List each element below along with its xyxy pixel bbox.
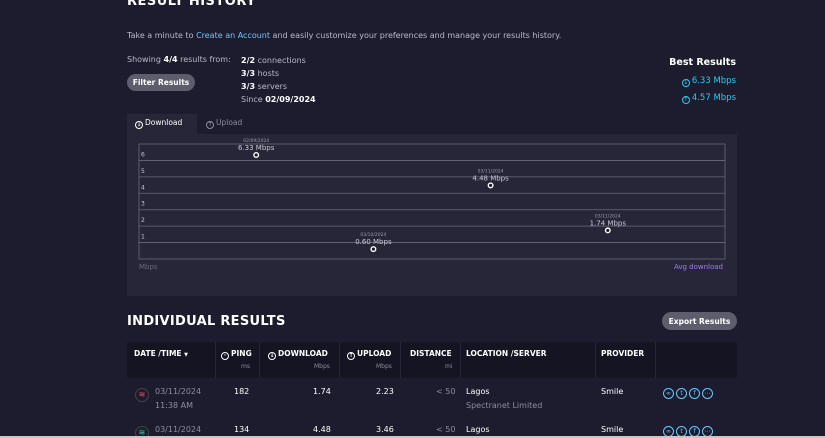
point-value-label: 1.74 Mbps (590, 219, 627, 227)
tab-download[interactable]: ↓ Download (127, 114, 197, 134)
hosts-stat: 3/3 hosts (241, 69, 280, 78)
export-results-button[interactable]: Export Results (662, 312, 737, 330)
y-tick-label: 4 (141, 184, 145, 191)
showing-text: Showing 4/4 results from: (127, 55, 231, 64)
servers-stat: 3/3 servers (241, 82, 288, 91)
y-tick-label: 3 (141, 201, 145, 208)
data-point (604, 227, 611, 234)
chart-panel: 1 2 3 4 5 6 Mbps Avg download 02/09/2024 6.33 Mbp… (127, 134, 737, 296)
row-location: Lagos (466, 425, 490, 434)
row-provider: Smile (601, 387, 624, 396)
download-icon: ↓ (681, 79, 690, 87)
upload-icon: ↑ (681, 96, 690, 104)
y-axis-label: Mbps (139, 263, 158, 271)
row-location: Lagos (466, 387, 490, 396)
best-download: ↓ 6.33 Mbps (681, 76, 736, 87)
page-title: RESULT HISTORY (127, 0, 257, 9)
data-point (370, 246, 377, 253)
col-distance[interactable]: DISTANCE (410, 349, 452, 358)
download-chart: 123456Mbps Avg download02/09/20246.33 Mbp… (138, 138, 726, 271)
row-date: 03/11/2024 (155, 387, 202, 396)
y-tick-label: 6 (141, 151, 145, 158)
col-location[interactable]: LOCATION /SERVER (466, 349, 547, 358)
point-value-label: 4.48 Mbps (472, 174, 509, 182)
upload-unit: Mbps (376, 363, 392, 370)
filter-results-button[interactable]: Filter Results (127, 74, 195, 91)
download-unit: Mbps (314, 363, 330, 370)
best-upload: ↑ 4.57 Mbps (681, 93, 736, 104)
sort-arrow-icon: ▼ (184, 352, 189, 358)
connections-stat: 2/2 connections (241, 56, 306, 65)
col-provider[interactable]: PROVIDER (601, 349, 644, 358)
col-ping[interactable]: · PING (221, 349, 252, 360)
row-server: Spectranet Limited (466, 401, 543, 410)
point-value-label: 6.33 Mbps (238, 144, 275, 152)
create-account-link[interactable]: Create an Account (196, 31, 270, 40)
tab-upload[interactable]: ↑ Upload (198, 114, 250, 134)
facebook-icon[interactable]: f (689, 388, 700, 399)
row-upload: 2.23 (376, 387, 394, 396)
row-distance: < 50 (436, 387, 456, 396)
best-results-title: Best Results (669, 57, 736, 68)
plot-frame (138, 143, 726, 260)
row-provider: Smile (601, 425, 624, 434)
row-ping: 134 (234, 425, 250, 434)
data-point (487, 182, 494, 189)
y-tick-label: 5 (141, 168, 145, 175)
upload-icon: ↑ (347, 352, 355, 360)
row-download: 1.74 (313, 387, 331, 396)
upload-icon: ↑ (206, 121, 214, 129)
row-download: 4.48 (313, 425, 331, 434)
table-row[interactable]: ≋ 03/11/2024 134 4.48 3.46 < 50 Lagos Sm… (127, 418, 737, 438)
download-icon: ↓ (268, 352, 276, 360)
ping-icon: · (221, 352, 229, 360)
point-value-label: 0.60 Mbps (355, 238, 392, 246)
download-icon: ↓ (135, 121, 143, 129)
row-ping: 182 (234, 387, 250, 396)
col-date[interactable]: DATE /TIME ▼ (134, 349, 188, 358)
more-icon[interactable]: ⋯ (702, 388, 713, 399)
row-distance: < 50 (436, 425, 456, 434)
y-tick-label: 2 (141, 217, 145, 224)
summary-stats: 2/2 connections 3/3 hosts 3/3 servers Si… (241, 54, 316, 106)
y-tick-label: 1 (141, 234, 145, 241)
since-stat: Since 02/09/2024 (241, 95, 316, 104)
col-upload[interactable]: ↑ UPLOAD (347, 349, 391, 360)
data-point (253, 152, 260, 159)
row-time: 11:38 AM (155, 401, 193, 410)
row-date: 03/11/2024 (155, 425, 202, 434)
ping-unit: ms (241, 363, 250, 370)
results-table-header: DATE /TIME ▼ · PING ms ↓ DOWNLOAD Mbps ↑ UP… (127, 342, 737, 378)
intro-text: Take a minute to Create an Account and e… (127, 31, 562, 40)
legend-avg-download: Avg download (674, 263, 723, 271)
showing-count: 4/4 (163, 55, 178, 64)
table-row[interactable]: ≋ 03/11/2024 11:38 AM 182 1.74 2.23 < 50… (127, 380, 737, 418)
col-download[interactable]: ↓ DOWNLOAD (268, 349, 328, 360)
distance-unit: mi (445, 363, 453, 370)
row-upload: 3.46 (376, 425, 394, 434)
individual-results-title: INDIVIDUAL RESULTS (127, 314, 286, 329)
link-icon[interactable]: ∞ (663, 388, 674, 399)
twitter-icon[interactable]: t (676, 388, 687, 399)
wifi-icon: ≋ (135, 388, 149, 402)
